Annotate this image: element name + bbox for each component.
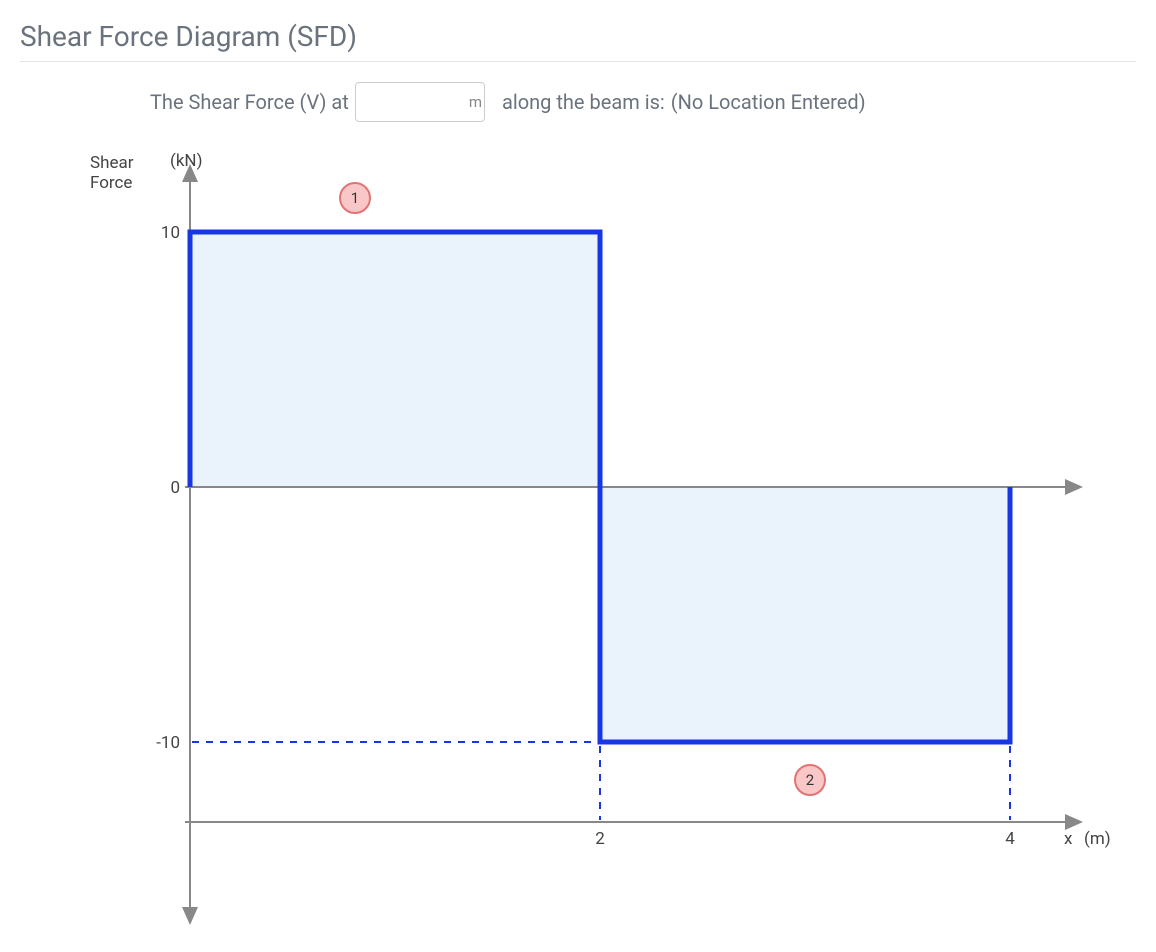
y-axis-name-2: Force bbox=[90, 173, 132, 193]
x-axis-unit: (m) bbox=[1084, 829, 1111, 849]
prompt-prefix: The Shear Force (V) at bbox=[150, 90, 349, 114]
marker-2[interactable]: 2 bbox=[795, 765, 825, 795]
prompt-status: (No Location Entered) bbox=[671, 90, 866, 114]
y-axis-unit: (kN) bbox=[170, 151, 202, 171]
marker-2-label: 2 bbox=[806, 771, 814, 789]
x-axis-zero-arrow bbox=[1065, 479, 1083, 495]
xtick-2: 2 bbox=[595, 829, 605, 849]
page-title: Shear Force Diagram (SFD) bbox=[20, 20, 1136, 62]
x-axis-bottom-arrow bbox=[1065, 814, 1083, 830]
ytick-neg10: -10 bbox=[156, 733, 180, 753]
marker-1[interactable]: 1 bbox=[340, 183, 370, 213]
x-axis-name: x bbox=[1064, 829, 1073, 849]
shear-query-row: The Shear Force (V) at m along the beam … bbox=[150, 82, 1136, 122]
ytick-0: 0 bbox=[170, 478, 180, 498]
y-axis-name-1: Shear bbox=[90, 153, 134, 173]
location-input[interactable] bbox=[355, 82, 485, 122]
y-axis-arrow-down bbox=[182, 907, 198, 925]
sfd-chart: 10 0 -10 2 4 Shear Force (kN) x (m) 1 2 bbox=[20, 142, 1120, 932]
marker-1-label: 1 bbox=[351, 189, 359, 207]
region-1-fill bbox=[190, 232, 600, 487]
region-2-fill bbox=[600, 487, 1010, 742]
prompt-suffix: along the beam is: bbox=[502, 90, 665, 114]
ytick-10: 10 bbox=[161, 223, 180, 243]
xtick-4: 4 bbox=[1005, 829, 1015, 849]
